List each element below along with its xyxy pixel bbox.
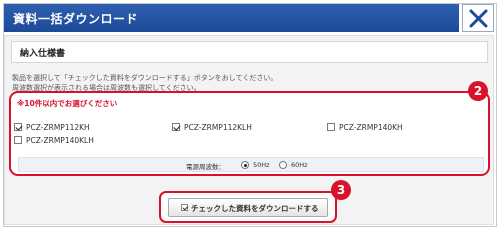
spec-title: 納入仕様書	[20, 49, 66, 59]
spec-section: 納入仕様書	[11, 41, 488, 63]
product-label-1: PCZ-ZRMP112KH	[26, 123, 90, 132]
product-label-3: PCZ-ZRMP140KH	[339, 123, 403, 132]
callout-badge-2: 2	[468, 81, 488, 101]
checkbox-icon	[181, 204, 188, 211]
close-button[interactable]	[462, 4, 494, 32]
product-label-2: PCZ-ZRMP112KLH	[184, 123, 252, 132]
frequency-row: 電源周波数： 50Hz 60Hz	[18, 157, 484, 172]
dialog-title: 資料一括ダウンロード	[13, 12, 139, 26]
download-button[interactable]: チェックした資料をダウンロードする	[168, 198, 328, 217]
frequency-option-50hz: 50Hz	[253, 161, 270, 169]
frequency-radio-50hz[interactable]	[241, 161, 249, 169]
product-checkbox-3[interactable]	[327, 123, 335, 131]
instruction-line: 製品を選択して「チェックした資料をダウンロードする」ボタンをおしてください。	[12, 74, 278, 82]
frequency-radio-60hz[interactable]	[279, 161, 287, 169]
callout-badge-3: 3	[331, 180, 351, 200]
frequency-label: 電源周波数：	[186, 163, 225, 171]
instructions: 製品を選択して「チェックした資料をダウンロードする」ボタンをおしてください。 周…	[12, 73, 482, 93]
download-button-label: チェックした資料をダウンロードする	[191, 204, 319, 213]
frequency-option-60hz: 60Hz	[291, 161, 308, 169]
product-checkbox-2[interactable]	[172, 123, 180, 131]
selection-limit-warning: ※10件以内でお選びください	[17, 99, 118, 108]
product-selection-area: ※10件以内でお選びください PCZ-ZRMP112KH PCZ-ZRMP112…	[9, 91, 490, 176]
product-checkbox-4[interactable]	[14, 136, 22, 144]
product-checkbox-1[interactable]	[14, 123, 22, 131]
product-label-4: PCZ-ZRMP140KLH	[26, 136, 94, 145]
close-icon	[469, 9, 488, 28]
dialog-title-bar: 資料一括ダウンロード	[4, 4, 459, 32]
